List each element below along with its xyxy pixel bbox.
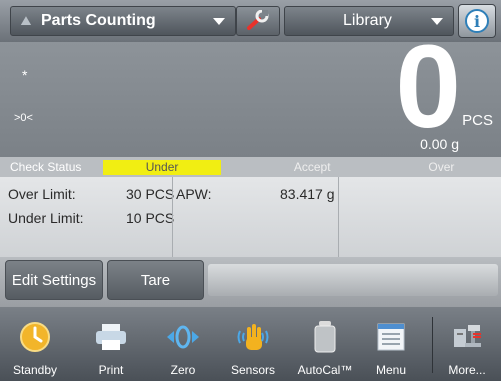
calibration-weight-icon [307, 319, 343, 355]
nav-divider [432, 317, 433, 373]
edit-settings-button[interactable]: Edit Settings [5, 260, 103, 300]
secondary-reading: 0.00 g [420, 136, 459, 152]
settings-wrench-button[interactable] [236, 6, 280, 36]
nav-autocal[interactable]: AutoCal™ [292, 307, 358, 381]
nav-zero-label: Zero [170, 363, 196, 377]
under-limit-label: Under Limit: [8, 210, 84, 226]
check-status-title: Check Status [10, 160, 82, 174]
status-accept: Accept [293, 160, 331, 174]
nav-zero[interactable]: Zero [152, 307, 214, 381]
nav-standby-label: Standby [12, 363, 58, 377]
apw-label: APW: [176, 186, 212, 202]
nav-more-label: More... [448, 363, 486, 377]
info-icon: i [465, 9, 489, 33]
apw-value: 83.417 g [280, 186, 335, 202]
application-name: Parts Counting [41, 12, 156, 29]
nav-sensors[interactable]: Sensors [222, 307, 284, 381]
menu-icon [373, 319, 409, 355]
more-icon [449, 319, 485, 355]
nav-more[interactable]: More... [436, 307, 498, 381]
action-bar: Edit Settings Tare [0, 257, 501, 307]
app-logo-icon: ⛰ [20, 13, 32, 28]
zero-icon [165, 319, 201, 355]
info-panel: Over Limit: 30 PCS Under Limit: 10 PCS A… [0, 177, 501, 257]
center-zero-indicator: >0< [14, 112, 33, 124]
under-limit-value: 10 PCS [126, 210, 175, 226]
info-button[interactable]: i [458, 4, 496, 38]
nav-menu[interactable]: Menu [360, 307, 422, 381]
column-divider [338, 177, 339, 257]
nav-menu-label: Menu [375, 363, 407, 377]
action-bar-filler [208, 264, 498, 296]
nav-print[interactable]: Print [80, 307, 142, 381]
check-status-bar: Check Status Under Accept Over [0, 157, 501, 177]
application-select[interactable]: ⛰ Parts Counting [10, 6, 236, 36]
column-divider [172, 177, 173, 257]
nav-standby[interactable]: Standby [4, 307, 66, 381]
printer-icon [93, 319, 129, 355]
main-unit: PCS [462, 112, 493, 129]
bottom-navigation: Standby Print Zero Sensors AutoCal™ Menu [0, 307, 501, 381]
tare-button[interactable]: Tare [107, 260, 204, 300]
status-over: Over [428, 160, 455, 174]
over-limit-value: 30 PCS [126, 186, 175, 202]
stable-indicator: * [22, 67, 28, 83]
weight-display: * >0< 0 PCS 0.00 g [0, 28, 501, 157]
over-limit-label: Over Limit: [8, 186, 76, 202]
nav-print-label: Print [98, 363, 124, 377]
nav-autocal-label: AutoCal™ [297, 363, 353, 377]
nav-sensors-label: Sensors [230, 363, 276, 377]
wrench-icon [247, 10, 269, 30]
status-under: Under [103, 159, 221, 175]
main-reading: 0 [395, 21, 461, 153]
standby-icon [17, 319, 53, 355]
sensors-hand-icon [235, 319, 271, 355]
chevron-down-icon [213, 17, 225, 25]
